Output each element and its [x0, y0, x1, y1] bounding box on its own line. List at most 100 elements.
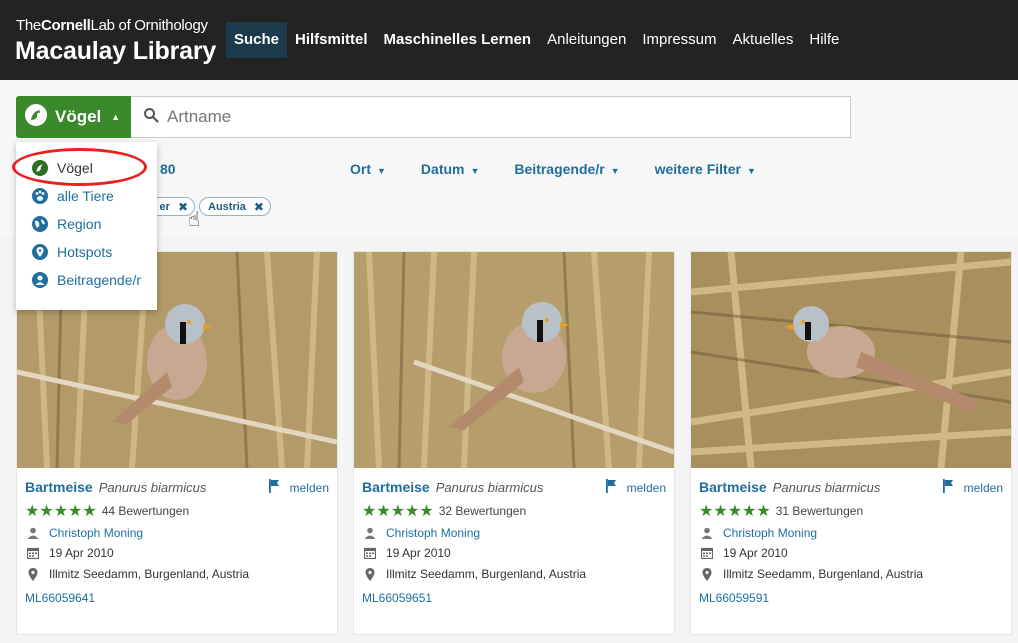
asset-id-link[interactable]: ML66059641 [25, 591, 95, 605]
star-rating-icons: ★★★★★ [25, 503, 97, 520]
nav-item-hilfe[interactable]: Hilfe [801, 22, 847, 58]
location-text: Illmitz Seedamm, Burgenland, Austria [723, 567, 924, 581]
highlight-annotation [12, 148, 147, 186]
bird-photo[interactable] [691, 252, 1011, 468]
location-pin-icon [699, 567, 715, 581]
bird-photo[interactable] [354, 252, 674, 468]
bird-icon [25, 103, 47, 131]
result-card[interactable]: Bartmeise Panurus biarmicus melden ★★★★★… [690, 251, 1012, 635]
filter-beitragende[interactable]: Beitragende/r ▼ [514, 161, 619, 177]
nav-item-hilfsmittel[interactable]: Hilfsmittel [287, 22, 376, 58]
filter-datum-label: Datum [420, 161, 465, 177]
nav-item-anleitungen[interactable]: Anleitungen [539, 22, 634, 58]
location-row: Illmitz Seedamm, Burgenland, Austria [362, 567, 586, 581]
globe-icon [32, 216, 48, 232]
nav-item-maschinelles-lernen[interactable]: Maschinelles Lernen [376, 22, 540, 58]
dropdown-item-beitragende[interactable]: Beitragende/r [32, 270, 141, 290]
flag-icon [942, 479, 954, 496]
star-rating-icons: ★★★★★ [362, 503, 434, 520]
observation-date: 19 Apr 2010 [723, 546, 788, 560]
species-search-box [131, 96, 851, 138]
filter-ort[interactable]: Ort ▼ [350, 161, 386, 177]
rating: ★★★★★ 32 Bewertungen [362, 501, 526, 521]
user-icon [362, 527, 378, 539]
user-icon [699, 527, 715, 539]
flag-icon [605, 479, 617, 496]
cornell-lab-logo-text[interactable]: TheCornellLab of Ornithology [16, 17, 208, 34]
observation-date: 19 Apr 2010 [386, 546, 451, 560]
report-label: melden [963, 480, 1003, 495]
species-name: Bartmeise Panurus biarmicus [699, 479, 880, 495]
scientific-name: Panurus biarmicus [98, 480, 207, 495]
filter-chip-label: er [159, 200, 170, 213]
result-count: 80 [160, 161, 176, 177]
star-rating-icons: ★★★★★ [699, 503, 771, 520]
logo-pre: The [16, 17, 41, 34]
location-row: Illmitz Seedamm, Burgenland, Austria [25, 567, 249, 581]
contributor-row: Christoph Moning [699, 526, 817, 540]
filter-chip-austria[interactable]: Austria ✖ [199, 197, 271, 216]
report-label: melden [289, 480, 329, 495]
asset-id-link[interactable]: ML66059591 [699, 591, 769, 605]
taxon-select-button[interactable]: Vögel ▲ [16, 96, 131, 138]
dropdown-item-label: Hotspots [57, 244, 113, 260]
contributor-link[interactable]: Christoph Moning [723, 526, 817, 540]
report-label: melden [626, 480, 666, 495]
asset-id-link[interactable]: ML66059651 [362, 591, 432, 605]
dropdown-item-label: Region [57, 216, 102, 232]
location-pin-icon [32, 244, 48, 260]
location-pin-icon [25, 567, 41, 581]
location-text: Illmitz Seedamm, Burgenland, Austria [386, 567, 587, 581]
location-text: Illmitz Seedamm, Burgenland, Austria [49, 567, 250, 581]
filter-bar: Ort ▼ Datum ▼ Beitragende/r ▼ weitere Filte… [350, 161, 791, 177]
observation-date: 19 Apr 2010 [49, 546, 114, 560]
species-name: Bartmeise Panurus biarmicus [25, 479, 206, 495]
filter-ort-label: Ort [350, 161, 371, 177]
rating-count: 32 Bewertungen [438, 504, 527, 518]
taxon-select-label: Vögel [55, 107, 102, 126]
filter-datum[interactable]: Datum ▼ [421, 161, 479, 177]
hand-cursor-icon: ☝ [188, 209, 201, 231]
result-card[interactable]: Bartmeise Panurus biarmicus melden ★★★★★… [353, 251, 675, 635]
caret-up-icon: ▲ [111, 112, 121, 122]
contributor-link[interactable]: Christoph Moning [49, 526, 143, 540]
species-name: Bartmeise Panurus biarmicus [362, 479, 543, 495]
common-name-link[interactable]: Bartmeise [699, 479, 767, 495]
filter-weitere[interactable]: weitere Filter ▼ [655, 161, 756, 177]
scientific-name: Panurus biarmicus [772, 480, 881, 495]
location-row: Illmitz Seedamm, Burgenland, Austria [699, 567, 923, 581]
dropdown-item-hotspots[interactable]: Hotspots [32, 242, 112, 262]
caret-down-icon: ▼ [470, 166, 480, 176]
caret-down-icon: ▼ [377, 166, 386, 176]
date-row: 19 Apr 2010 [25, 546, 114, 560]
filter-beitragende-label: Beitragende/r [514, 161, 605, 177]
date-row: 19 Apr 2010 [362, 546, 451, 560]
species-search-input[interactable] [167, 107, 817, 127]
close-icon[interactable]: ✖ [254, 200, 264, 214]
site-header: TheCornellLab of Ornithology Macaulay Li… [0, 0, 1018, 80]
filter-chip-label: Austria [208, 200, 246, 213]
rating-count: 31 Bewertungen [775, 504, 864, 518]
contributor-row: Christoph Moning [362, 526, 480, 540]
report-link[interactable]: melden [268, 479, 329, 496]
macaulay-library-logo[interactable]: Macaulay Library [15, 37, 216, 66]
user-icon [32, 272, 48, 288]
nav-item-aktuelles[interactable]: Aktuelles [725, 22, 802, 58]
nav-item-impressum[interactable]: Impressum [634, 22, 724, 58]
logo-post: Lab of Ornithology [90, 17, 208, 34]
nav-item-suche[interactable]: Suche [226, 22, 288, 58]
close-icon[interactable]: ✖ [178, 200, 188, 214]
rating: ★★★★★ 44 Bewertungen [25, 501, 189, 521]
logo-bold: Cornell [40, 17, 91, 34]
calendar-icon [362, 547, 378, 559]
dropdown-item-region[interactable]: Region [32, 214, 101, 234]
report-link[interactable]: melden [605, 479, 666, 496]
caret-down-icon: ▼ [610, 166, 620, 176]
dropdown-item-alle-tiere[interactable]: alle Tiere [32, 186, 114, 206]
common-name-link[interactable]: Bartmeise [362, 479, 430, 495]
main-nav: Suche Hilfsmittel Maschinelles Lernen An… [226, 22, 847, 58]
common-name-link[interactable]: Bartmeise [25, 479, 93, 495]
rating-count: 44 Bewertungen [101, 504, 190, 518]
contributor-link[interactable]: Christoph Moning [386, 526, 480, 540]
report-link[interactable]: melden [942, 479, 1003, 496]
